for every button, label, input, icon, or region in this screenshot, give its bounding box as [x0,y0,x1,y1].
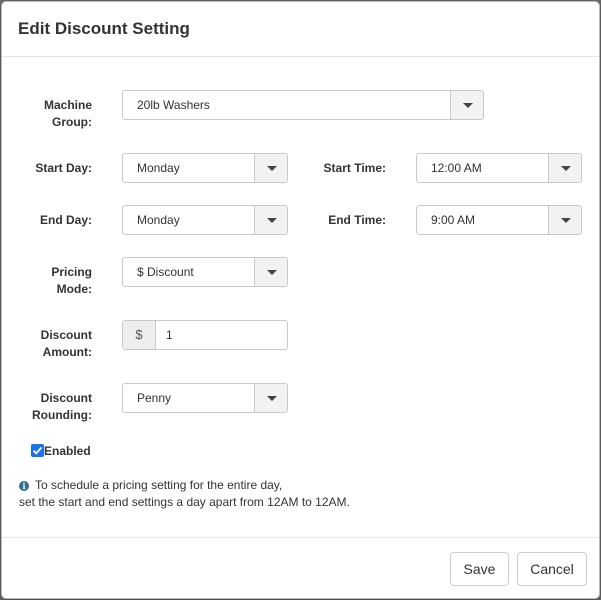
discount-amount-label-line1: Discount [40,328,92,342]
currency-addon: $ [123,321,156,349]
dialog-header: Edit Discount Setting [2,2,599,57]
end-time-value: 9:00 AM [431,213,476,227]
dialog-title: Edit Discount Setting [18,19,190,38]
machine-group-label-line1: Machine [43,98,92,112]
discount-rounding-label-line1: Discount [40,391,92,405]
end-time-select[interactable]: 9:00 AM [416,205,582,235]
pricing-mode-label-line2: Mode: [56,282,92,296]
discount-rounding-select[interactable]: Penny [122,383,288,413]
chevron-down-icon [267,218,277,223]
start-time-value: 12:00 AM [431,161,482,175]
discount-rounding-dropdown-button[interactable] [254,384,287,412]
start-time-dropdown-button[interactable] [548,154,581,182]
enabled-checkbox[interactable] [31,444,44,457]
start-day-label: Start Day: [35,161,92,175]
info-line-2: set the start and end settings a day apa… [19,495,350,509]
enabled-label: Enabled [44,444,91,458]
end-day-select[interactable]: Monday [122,205,288,235]
chevron-down-icon [561,166,571,171]
edit-discount-dialog: Edit Discount Setting Machine Group: 20l… [1,1,600,599]
chevron-down-icon [463,103,473,108]
pricing-mode-label: Pricing Mode: [22,264,92,298]
discount-amount-input[interactable] [156,321,287,349]
start-time-select[interactable]: 12:00 AM [416,153,582,183]
save-button[interactable]: Save [450,552,509,586]
discount-amount-label-line2: Amount: [42,345,92,359]
machine-group-select[interactable]: 20lb Washers [122,90,484,120]
machine-group-dropdown-button[interactable] [450,91,483,119]
checkmark-icon [32,446,43,455]
info-note: i To schedule a pricing setting for the e… [19,477,350,511]
pricing-mode-label-line1: Pricing [51,265,92,279]
pricing-mode-value: $ Discount [137,265,194,279]
machine-group-value: 20lb Washers [137,98,210,112]
chevron-down-icon [267,166,277,171]
end-day-label: End Day: [39,213,92,227]
discount-amount-group: $ [122,320,288,350]
start-day-dropdown-button[interactable] [254,154,287,182]
end-day-value: Monday [137,213,180,227]
cancel-button[interactable]: Cancel [517,552,587,586]
info-line-1: i To schedule a pricing setting for the e… [19,477,350,494]
discount-amount-label: Discount Amount: [22,327,92,361]
info-line-1-text: To schedule a pricing setting for the en… [35,478,283,492]
start-day-select[interactable]: Monday [122,153,288,183]
dialog-footer: Save Cancel [2,537,599,598]
machine-group-label-line2: Group: [52,115,92,129]
start-day-value: Monday [137,161,180,175]
discount-rounding-label-line2: Rounding: [32,408,92,422]
machine-group-label: Machine Group: [22,97,92,131]
pricing-mode-select[interactable]: $ Discount [122,257,288,287]
start-time-label: Start Time: [323,161,386,175]
info-icon: i [19,481,29,491]
chevron-down-icon [267,396,277,401]
pricing-mode-dropdown-button[interactable] [254,258,287,286]
end-time-dropdown-button[interactable] [548,206,581,234]
chevron-down-icon [267,270,277,275]
discount-rounding-label: Discount Rounding: [22,390,92,424]
discount-rounding-value: Penny [137,391,172,405]
end-time-label: End Time: [328,213,386,227]
end-day-dropdown-button[interactable] [254,206,287,234]
chevron-down-icon [561,218,571,223]
